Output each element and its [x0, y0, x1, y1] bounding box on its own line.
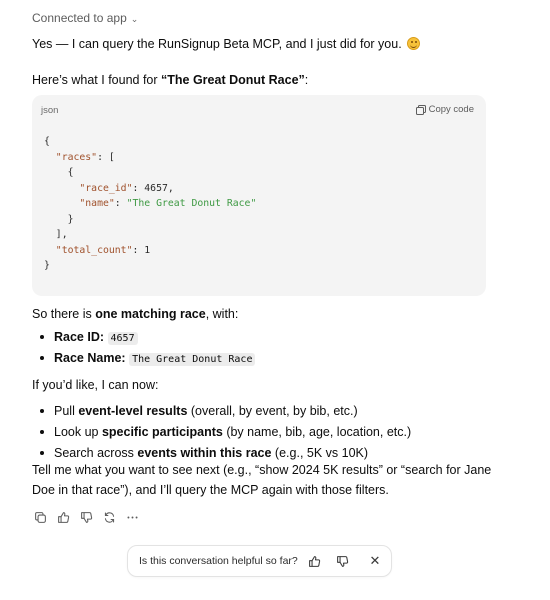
- chevron-down-icon: ⌄: [130, 13, 139, 24]
- summary-suffix: , with:: [205, 307, 239, 321]
- code-punct: :: [114, 198, 127, 209]
- message-actions: [33, 510, 139, 524]
- code-line: }: [44, 260, 50, 271]
- detail-value: 4657: [107, 332, 138, 345]
- option-text: Pull: [54, 404, 79, 418]
- option-text: Look up: [54, 425, 102, 439]
- code-punct: :: [132, 244, 145, 256]
- option-text: (e.g., 5K vs 10K): [271, 446, 369, 460]
- option-text: (overall, by event, by bib, etc.): [187, 404, 358, 418]
- copy-icon[interactable]: [33, 510, 47, 524]
- code-number: 1: [144, 244, 151, 256]
- feedback-question: Is this conversation helpful so far?: [139, 555, 298, 567]
- copy-code-button[interactable]: Copy code: [415, 104, 474, 115]
- regenerate-icon[interactable]: [102, 510, 116, 524]
- connected-app-menu[interactable]: Connected to app ⌄: [32, 11, 138, 25]
- option-bold: specific participants: [101, 425, 223, 439]
- intro-paragraph: Yes — I can query the RunSignup Beta MCP…: [32, 34, 512, 54]
- feedback-thumbs-down-icon[interactable]: [335, 554, 349, 568]
- smile-emoji-icon: [407, 37, 421, 50]
- summary-paragraph: So there is one matching race, with:: [32, 304, 512, 324]
- copy-icon: [415, 105, 426, 115]
- code-punct: :: [132, 182, 145, 194]
- code-key: "races": [55, 151, 98, 163]
- summary-bold: one matching race: [95, 307, 206, 321]
- code-line: {: [44, 136, 50, 147]
- code-line: ],: [44, 229, 68, 240]
- list-item: Race ID: 4657: [38, 327, 255, 348]
- option-text: (by name, bib, age, location, etc.): [222, 425, 412, 439]
- detail-label: Race ID:: [54, 330, 105, 344]
- closing-paragraph: Tell me what you want to see next (e.g.,…: [32, 463, 492, 497]
- code-punct: : [: [97, 151, 115, 163]
- feedback-thumbs-up-icon[interactable]: [307, 554, 321, 568]
- found-suffix: :: [304, 73, 309, 87]
- copy-code-label: Copy code: [428, 104, 474, 115]
- code-line: {: [44, 167, 74, 178]
- option-bold: event-level results: [78, 404, 188, 418]
- summary-prefix: So there is: [32, 307, 96, 321]
- code-key: "race_id": [79, 182, 133, 194]
- detail-value: The Great Donut Race: [129, 353, 256, 366]
- code-language-label: json: [41, 105, 59, 116]
- code-line: }: [44, 213, 74, 225]
- code-content: { "races": [ { "race_id": 4657, "name": …: [44, 134, 256, 274]
- more-icon[interactable]: [125, 510, 139, 524]
- feedback-prompt: Is this conversation helpful so far? ✕: [127, 545, 392, 577]
- offer-paragraph: If you’d like, I can now:: [32, 378, 159, 392]
- found-prefix: Here’s what I found for: [32, 73, 162, 87]
- code-key: "name": [79, 198, 115, 209]
- code-key: "total_count": [55, 244, 133, 256]
- found-paragraph: Here’s what I found for “The Great Donut…: [32, 70, 512, 90]
- intro-text: Yes — I can query the RunSignup Beta MCP…: [32, 37, 402, 51]
- code-block: json Copy code { "races": [ { "race_id":…: [32, 95, 486, 296]
- thumbs-down-icon[interactable]: [79, 510, 93, 524]
- close-icon[interactable]: ✕: [368, 553, 382, 568]
- connected-app-label: Connected to app: [32, 11, 127, 25]
- list-item: Pull event-level results (overall, by ev…: [38, 401, 411, 422]
- code-punct: ,: [167, 182, 174, 194]
- options-list: Pull event-level results (overall, by ev…: [38, 401, 411, 464]
- thumbs-up-icon[interactable]: [56, 510, 70, 524]
- race-details-list: Race ID: 4657 Race Name: The Great Donut…: [38, 327, 256, 369]
- list-item: Race Name: The Great Donut Race: [38, 348, 256, 369]
- detail-label: Race Name:: [54, 351, 126, 365]
- option-text: Search across: [54, 446, 138, 460]
- code-string: "The Great Donut Race": [126, 198, 257, 209]
- option-bold: events within this race: [137, 446, 272, 460]
- list-item: Look up specific participants (by name, …: [38, 422, 411, 443]
- code-number: 4657: [144, 182, 168, 194]
- found-race-name: “The Great Donut Race”: [161, 73, 305, 87]
